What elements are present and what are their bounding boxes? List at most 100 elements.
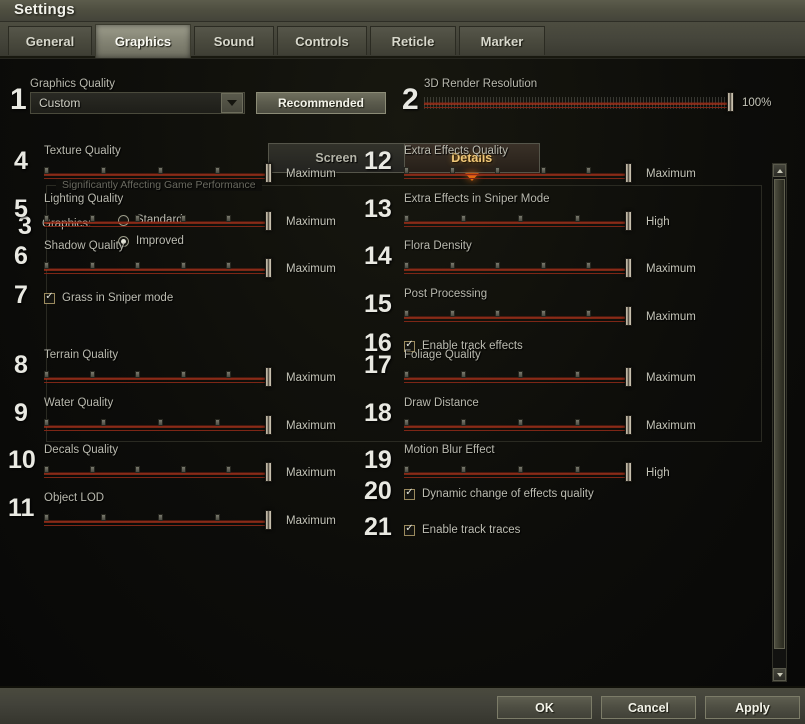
dynamic-change-of-effects-quality-label: Dynamic change of effects quality [422,488,594,500]
callout-9: 9 [14,399,28,427]
callout-6: 6 [14,242,28,270]
motion-blur-effect-value: High [646,467,670,479]
slider-handle[interactable] [727,92,734,112]
radio-improved[interactable]: Improved [118,235,184,247]
water-quality-slider[interactable] [44,411,272,437]
slider-handle[interactable] [625,462,632,482]
tab-sound[interactable]: Sound [194,26,274,55]
render-resolution-slider[interactable] [424,88,734,114]
slider-tick [518,419,523,426]
tab-graphics[interactable]: Graphics [95,24,191,58]
object-lod-value: Maximum [286,515,336,527]
post-processing-slider[interactable] [404,302,632,328]
shadow-quality-value: Maximum [286,263,336,275]
slider-track [44,174,272,175]
grass-in-sniper-mode-checkbox[interactable]: ✓ Grass in Sniper mode [44,292,173,304]
slider-handle[interactable] [625,306,632,326]
texture-quality-slider[interactable] [44,159,272,185]
slider-handle[interactable] [625,415,632,435]
slider-handle[interactable] [265,367,272,387]
decals-quality-slider[interactable] [44,458,272,484]
foliage-quality-slider[interactable] [404,363,632,389]
slider-handle[interactable] [265,258,272,278]
apply-button[interactable]: Apply [705,696,800,719]
slider-tick [518,371,523,378]
slider-track-shadow [404,226,632,227]
graphics-quality-dropdown[interactable]: Custom [30,92,245,114]
tab-reticle[interactable]: Reticle [370,26,456,55]
cancel-button[interactable]: Cancel [601,696,696,719]
slider-track-shadow [44,226,272,227]
lighting-quality-slider[interactable] [44,207,272,233]
ok-button[interactable]: OK [497,696,592,719]
callout-12: 12 [364,147,392,175]
slider-tick [540,167,546,174]
slider-tick [44,514,49,521]
slider-tick [180,262,186,269]
callout-5: 5 [14,195,28,223]
callout-2: 2 [402,83,419,116]
slider-tick [540,262,546,269]
slider-handle[interactable] [625,258,632,278]
tab-controls[interactable]: Controls [277,26,367,55]
extra-effects-quality-slider[interactable] [404,159,632,185]
slider-handle[interactable] [265,415,272,435]
scroll-down-button[interactable] [773,668,786,681]
slider-tick [586,167,592,174]
chevron-down-icon[interactable] [221,93,243,113]
tab-general[interactable]: General [8,26,92,55]
content-scrollbar[interactable] [772,163,787,682]
slider-tick [180,371,186,378]
enable-track-traces-checkbox[interactable]: ✓ Enable track traces [404,524,520,536]
flora-density-slider[interactable] [404,254,632,280]
slider-handle[interactable] [265,163,272,183]
callout-4: 4 [14,147,28,175]
recommended-button[interactable]: Recommended [256,92,386,114]
scroll-up-button[interactable] [773,164,786,177]
slider-tick [44,262,49,269]
slider-track [404,378,632,379]
slider-handle[interactable] [625,211,632,231]
slider-track [44,269,272,270]
callout-13: 13 [364,195,392,223]
terrain-quality-slider[interactable] [44,363,272,389]
callout-11: 11 [8,494,35,522]
radio-label: Improved [136,235,184,247]
slider-track-shadow [44,525,272,526]
slider-tick [226,466,232,473]
tab-marker[interactable]: Marker [459,26,545,55]
slider-handle[interactable] [265,510,272,530]
flora-density-label: Flora Density [404,240,472,252]
slider-tick [226,371,232,378]
flora-density-value: Maximum [646,263,696,275]
draw-distance-slider[interactable] [404,411,632,437]
slider-track [44,426,272,427]
slider-tick [135,466,141,473]
shadow-quality-slider[interactable] [44,254,272,280]
callout-10: 10 [8,446,36,474]
checkmark-icon: ✓ [44,291,55,304]
slider-handle[interactable] [625,163,632,183]
slider-handle[interactable] [265,462,272,482]
slider-tick [44,215,49,222]
extra-effects-in-sniper-mode-slider[interactable] [404,207,632,233]
slider-track-shadow [404,273,632,274]
decals-quality-label: Decals Quality [44,444,119,456]
slider-handle[interactable] [265,211,272,231]
scrollbar-thumb[interactable] [774,179,785,649]
enable-track-traces-label: Enable track traces [422,524,521,536]
slider-tick [44,371,49,378]
slider-track [404,473,632,474]
dynamic-change-of-effects-quality-checkbox[interactable]: ✓ Dynamic change of effects quality [404,488,594,500]
checkmark-icon: ✓ [404,523,415,536]
callout-14: 14 [364,242,392,270]
slider-tick [586,262,592,269]
slider-tick [404,167,409,174]
slider-tick [158,514,163,521]
motion-blur-effect-slider[interactable] [404,458,632,484]
slider-handle[interactable] [625,367,632,387]
slider-tick [575,215,580,222]
object-lod-slider[interactable] [44,506,272,532]
draw-distance-label: Draw Distance [404,397,479,409]
slider-track [404,174,632,175]
